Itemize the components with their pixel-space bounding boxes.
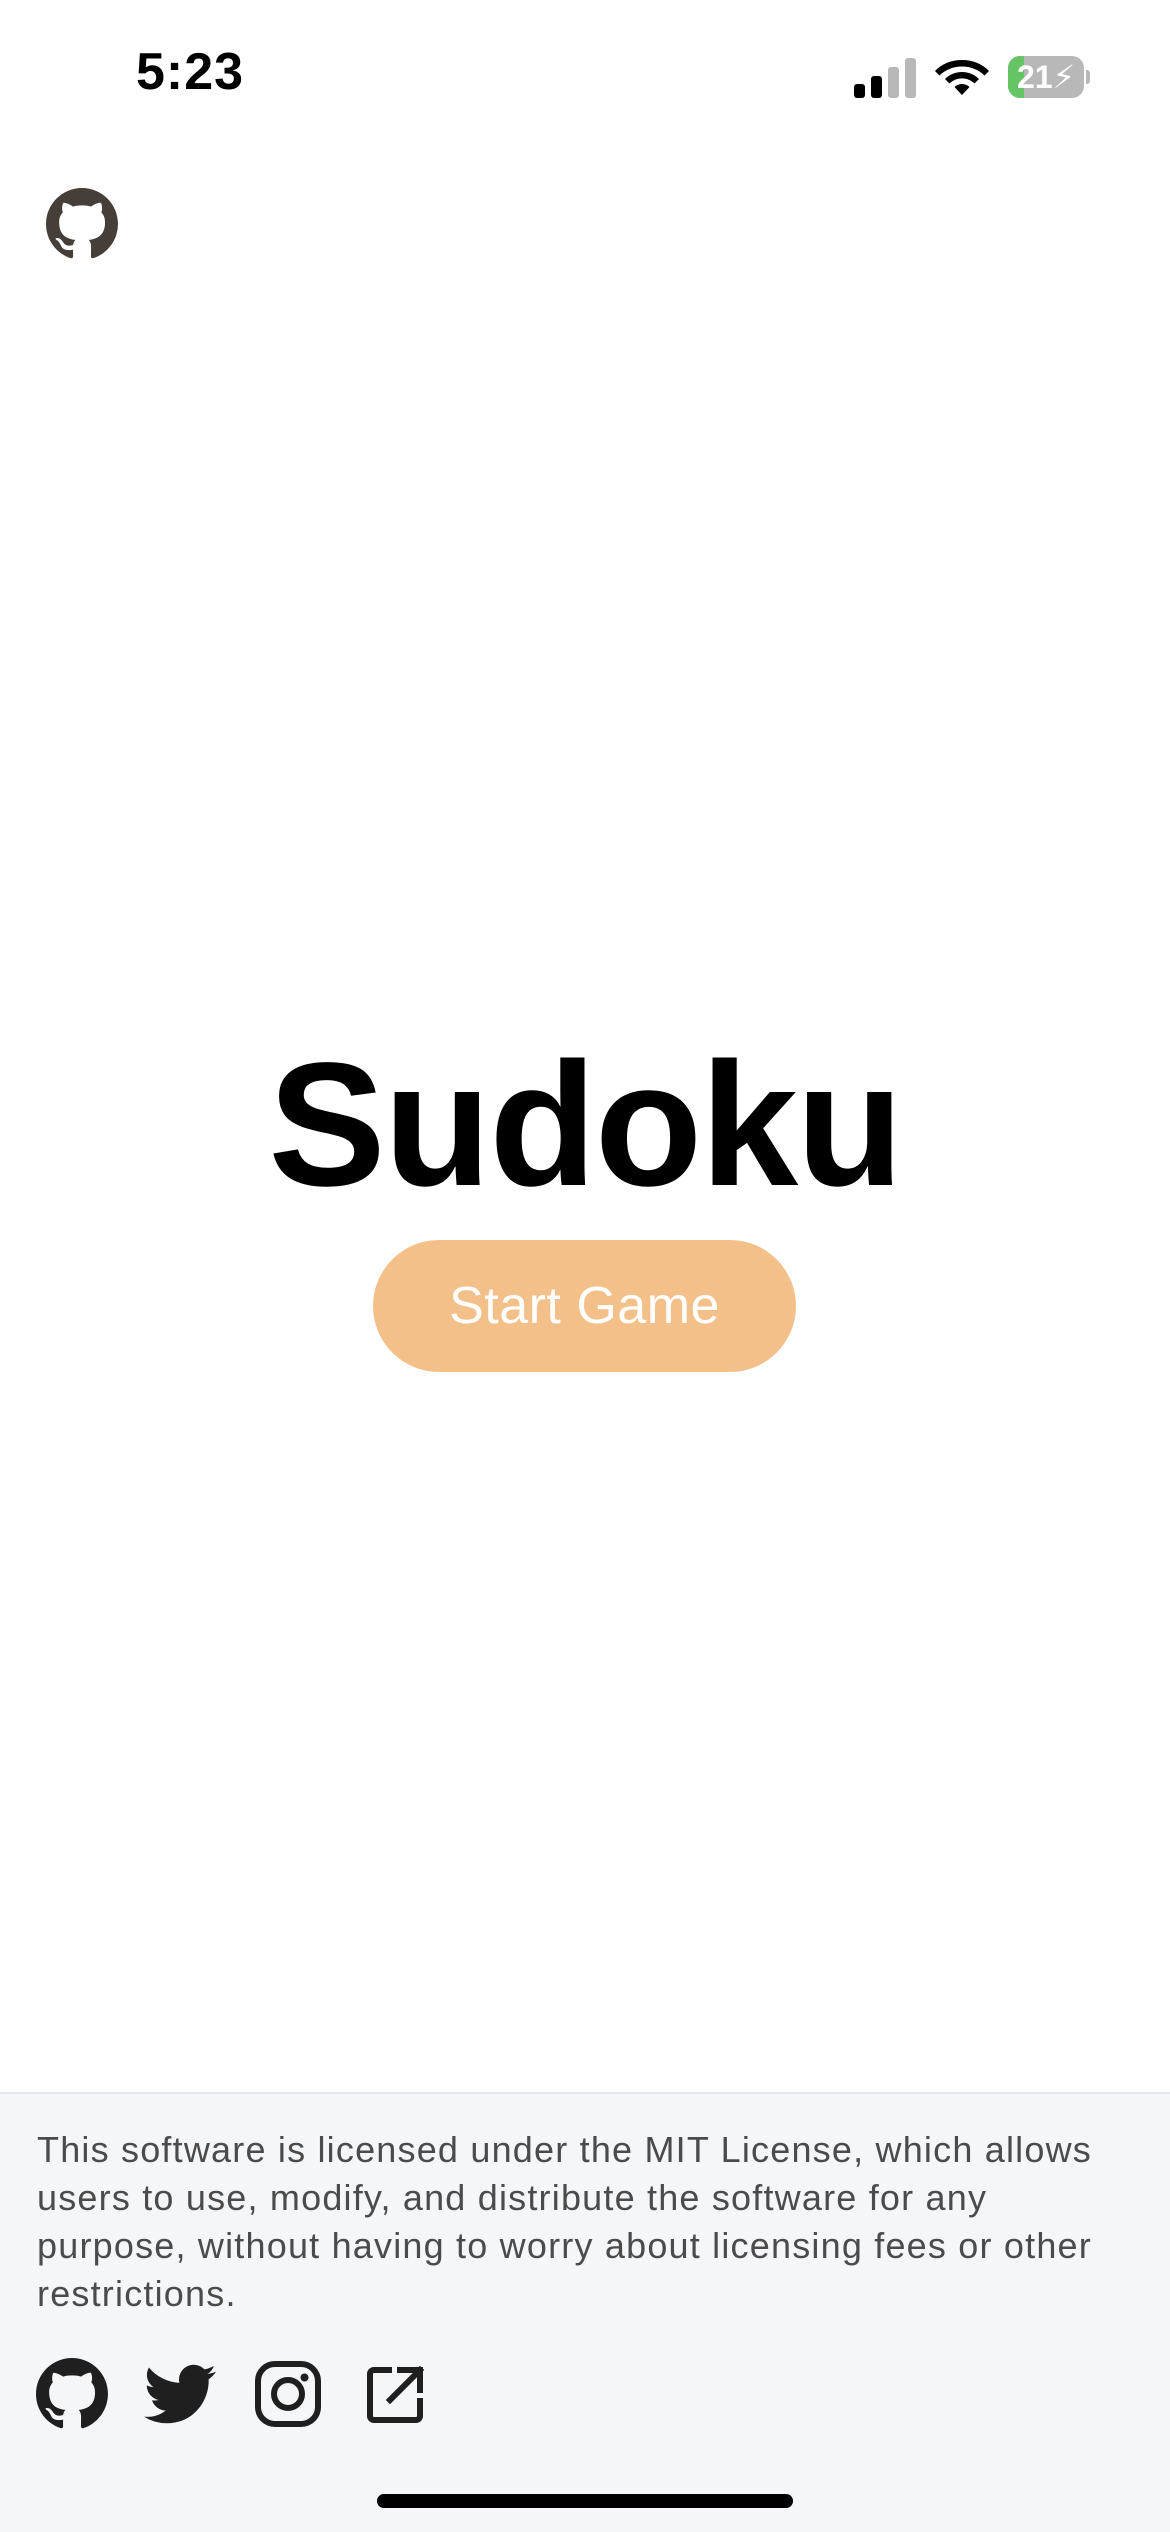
wifi-icon <box>935 60 989 95</box>
battery-percent: 21⚡ <box>1008 56 1084 98</box>
battery-cap <box>1086 70 1090 84</box>
signal-icon <box>854 58 916 98</box>
external-link-icon <box>367 2365 425 2423</box>
license-text: This software is licensed under the MIT … <box>37 2129 1092 2314</box>
battery-percent-value: 21 <box>1016 59 1053 95</box>
footer: This software is licensed under the MIT … <box>0 2092 1170 2532</box>
twitter-link[interactable] <box>144 2358 216 2430</box>
home-indicator <box>377 2494 793 2508</box>
header-github-link[interactable] <box>46 188 118 260</box>
start-game-button[interactable]: Start Game <box>373 1240 796 1372</box>
bolt-icon: ⚡ <box>1052 59 1076 95</box>
github-icon <box>46 188 118 259</box>
instagram-link[interactable] <box>252 2358 324 2430</box>
app-title: Sudoku <box>268 1027 903 1223</box>
external-link[interactable] <box>360 2358 432 2430</box>
battery-charging-icon: 21⚡ <box>1008 56 1090 98</box>
twitter-icon <box>144 2364 216 2424</box>
status-bar: 5:23 21⚡ <box>0 0 1170 150</box>
github-link[interactable] <box>36 2358 108 2430</box>
battery-body: 21⚡ <box>1008 56 1084 98</box>
instagram-icon <box>255 2361 321 2427</box>
status-time: 5:23 <box>136 43 245 101</box>
github-icon <box>36 2358 108 2429</box>
